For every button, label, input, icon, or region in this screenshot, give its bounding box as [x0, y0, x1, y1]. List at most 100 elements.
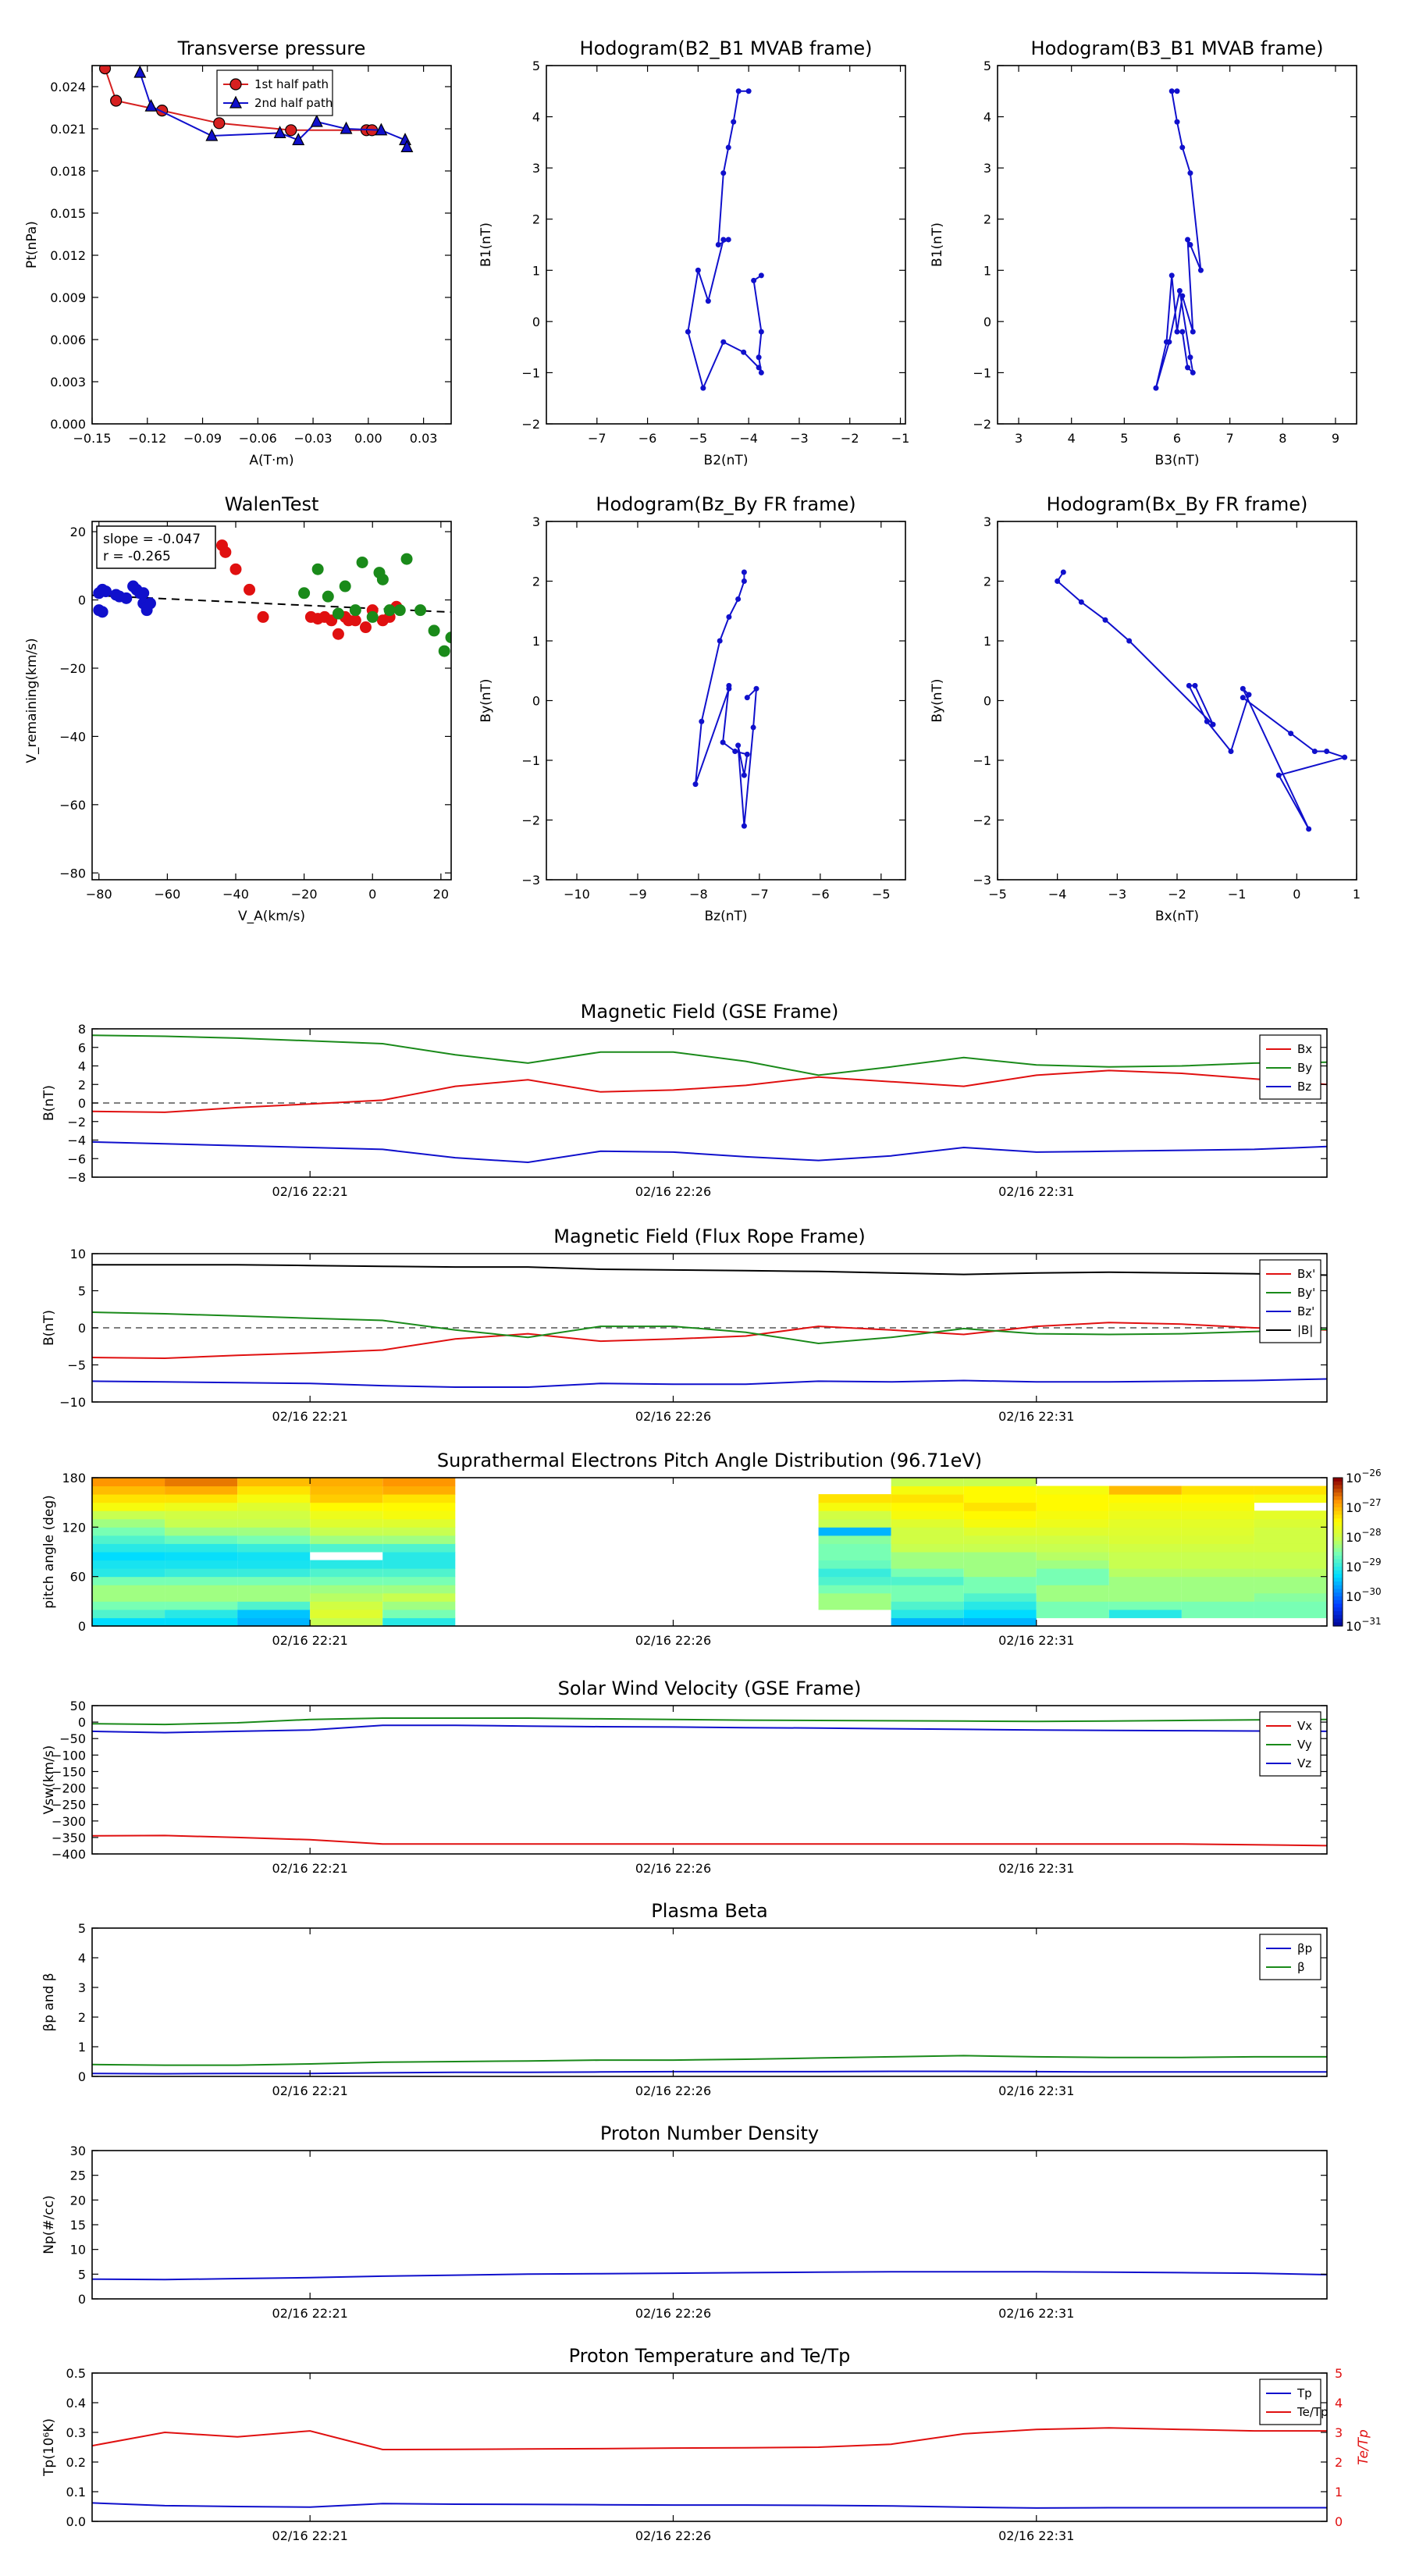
heatmap-cell [963, 1568, 1037, 1578]
plot-area [1153, 88, 1204, 391]
heatmap-cell [165, 1502, 238, 1511]
colorbar-label: 10−28 [1346, 1527, 1382, 1545]
heatmap-cell [1254, 1494, 1327, 1503]
heatmap-cell [310, 1576, 383, 1585]
x-axis-label: V_A(km/s) [238, 909, 305, 924]
heatmap-cell [891, 1485, 964, 1495]
data-point [741, 569, 747, 575]
data-point [1185, 365, 1191, 371]
y-tick-label: −1 [973, 753, 991, 768]
y-tick-label: −3 [973, 873, 991, 888]
x-tick-label: −60 [154, 887, 180, 902]
legend: Bx' By' Bz' |B| [1259, 1259, 1321, 1343]
heatmap-cell [1108, 1518, 1182, 1528]
y-axis-label: By(nT) [478, 678, 494, 722]
heatmap-cell [891, 1527, 964, 1536]
x-tick-label: 02/16 22:26 [635, 1861, 711, 1876]
heatmap-cell [382, 1592, 456, 1602]
y-tick-label: −1 [973, 365, 991, 380]
x-tick-label: 02/16 22:21 [272, 1184, 348, 1199]
colorbar-label: 10−31 [1346, 1616, 1382, 1634]
data-point [229, 78, 242, 91]
data-point [1190, 329, 1196, 335]
heatmap-cell [1181, 1527, 1254, 1536]
axes-frame [546, 521, 906, 881]
y-tick-label: 0.3 [66, 2425, 86, 2440]
x-tick-label: 02/16 22:21 [272, 1409, 348, 1424]
data-point [695, 267, 701, 273]
heatmap-cell [237, 1585, 311, 1594]
x-tick-label: −0.15 [73, 431, 111, 446]
heatmap-cell [1108, 1592, 1182, 1602]
heatmap-cell [1108, 1485, 1182, 1495]
chart-panel-4: WalenTest −80 −60 −40 −20 0 20 −80 −60 −40 −20 0 20 V… [24, 493, 452, 924]
heatmap-cell [963, 1552, 1037, 1561]
y-tick-label: −350 [52, 1831, 86, 1845]
heatmap-cell [165, 1494, 238, 1503]
data-point [1275, 772, 1282, 778]
heatmap-cell [165, 1527, 238, 1536]
data-point [213, 117, 226, 130]
data-point [720, 170, 727, 176]
series-line [92, 1069, 1327, 1113]
colorbar-segment [1333, 1481, 1343, 1486]
heatmap-cell [963, 1518, 1037, 1528]
x-tick-label: −9 [628, 887, 647, 902]
data-point [745, 88, 752, 94]
data-point [751, 277, 757, 283]
colorbar-segment [1333, 1559, 1343, 1564]
heatmap-cell [1181, 1535, 1254, 1544]
data-point [715, 242, 721, 247]
series-Bz [92, 1378, 1327, 1388]
data-point [1179, 144, 1186, 151]
colorbar-segment [1333, 1518, 1343, 1523]
heatmap-cell [1254, 1585, 1327, 1594]
y-tick-label: −50 [59, 1731, 86, 1746]
y-axis-label: By(nT) [930, 678, 945, 722]
series-line [1154, 90, 1202, 389]
x-tick-label: 02/16 22:31 [998, 2306, 1074, 2321]
colorbar-segment [1333, 1500, 1343, 1504]
heatmap-cell [165, 1585, 238, 1594]
heatmap-cell [92, 1478, 165, 1487]
y-tick-label: 120 [62, 1520, 86, 1535]
x-tick-label: 6 [1173, 431, 1181, 446]
y-axis-label: βp and β [41, 1973, 57, 2031]
heatmap-cell [92, 1592, 165, 1602]
axes-frame [91, 65, 452, 425]
series-data [92, 2271, 1327, 2281]
heatmap-cell [1254, 1543, 1327, 1553]
heatmap-cell [382, 1568, 456, 1578]
data-point [725, 237, 731, 243]
heatmap-cell [963, 1560, 1037, 1569]
heatmap-cell [165, 1478, 238, 1487]
data-point [1168, 272, 1175, 279]
data-point [753, 685, 759, 692]
heatmap-cell [891, 1585, 964, 1594]
y2-tick-label: 0 [1335, 2514, 1343, 2529]
heatmap-cell [382, 1576, 456, 1585]
axes-frame [91, 2150, 1328, 2300]
heatmap-cell [165, 1592, 238, 1602]
heatmap-cell [1181, 1568, 1254, 1578]
heatmap-cell [1036, 1535, 1109, 1544]
heatmap-cell [1108, 1494, 1182, 1503]
y-tick-label: −80 [59, 866, 86, 881]
colorbar-segment [1333, 1510, 1343, 1516]
data-point [349, 614, 361, 627]
heatmap-cell [382, 1485, 456, 1495]
heatmap-cell [891, 1494, 964, 1503]
legend-label: β [1297, 1960, 1305, 1974]
data-point [735, 596, 742, 602]
data-point [725, 144, 731, 151]
heatmap-cell [1036, 1510, 1109, 1520]
heatmap-cell [1181, 1543, 1254, 1553]
x-tick-label: −0.09 [183, 431, 222, 446]
colorbar-segment [1333, 1596, 1343, 1601]
x-tick-label: −7 [750, 887, 769, 902]
colorbar-segment [1333, 1607, 1343, 1612]
axes-frame [91, 1927, 1328, 2077]
chart-panel-10: Solar Wind Velocity (GSE Frame) 02/16 22:… [41, 1678, 1328, 1876]
heatmap-cell [1181, 1592, 1254, 1602]
heatmap-cell [818, 1552, 891, 1561]
